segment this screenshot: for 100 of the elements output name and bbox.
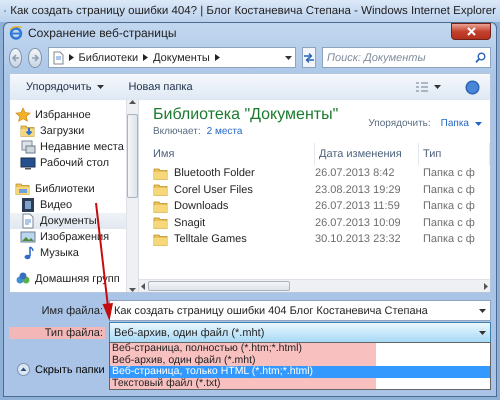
file-name: Telltale Games xyxy=(174,233,247,246)
file-name-field[interactable]: Как создать страницу ошибки 404 Блог Костаневича Степана xyxy=(109,300,491,321)
breadcrumb[interactable]: Библиотеки xyxy=(78,52,138,64)
hide-folders-button[interactable]: Скрыть папки xyxy=(17,363,105,376)
file-name-cell[interactable]: Bluetooth Folder xyxy=(139,165,315,182)
type-cell-text: Папка с ф xyxy=(422,199,476,214)
folder-icon xyxy=(153,232,168,247)
right-triangle-icon xyxy=(484,282,488,290)
caret-icon xyxy=(475,122,482,126)
right-triangle-icon xyxy=(68,54,74,61)
date-cell-text: 26.07.2013 11:59 xyxy=(315,199,401,214)
sidebar-item[interactable]: Документы xyxy=(10,213,126,229)
back-button[interactable] xyxy=(9,48,22,68)
column-header[interactable]: Имя xyxy=(139,143,315,165)
date-cell-text: 23.08.2013 19:29 xyxy=(315,182,402,198)
sidebar-item-label: Загрузки xyxy=(40,125,84,137)
right-arrow-icon xyxy=(30,52,40,62)
search-field[interactable]: Поиск: Документы xyxy=(322,47,491,68)
sidebar-item-label: Документы xyxy=(40,215,97,227)
right-triangle-icon xyxy=(143,54,148,61)
folder-icon xyxy=(153,215,168,230)
file-type-dropdown[interactable]: Веб-архив, один файл (*.mht) xyxy=(109,322,491,343)
list-view-icon xyxy=(416,82,428,92)
folder-icon xyxy=(153,166,168,181)
star-icon xyxy=(15,107,31,123)
view-options-button[interactable] xyxy=(414,80,443,94)
file-name: Corel User Files xyxy=(174,184,253,196)
folder-icon xyxy=(153,198,168,214)
file-name: Bluetooth Folder xyxy=(174,167,255,180)
vertical-scrollbar[interactable] xyxy=(126,100,138,292)
file-type-label: Тип файла: xyxy=(9,326,105,338)
film-icon xyxy=(20,197,36,213)
up-chevron-circle-icon xyxy=(17,363,30,376)
sidebar-item[interactable]: Избранное xyxy=(10,107,126,123)
refresh-button[interactable] xyxy=(302,47,316,68)
sidebar-item-label: Музыка xyxy=(40,247,79,259)
caret-icon xyxy=(434,85,441,89)
folder-with-arrow-icon xyxy=(20,123,36,139)
type-cell-text: Папка с ф xyxy=(422,216,476,231)
library-folder-icon xyxy=(15,181,31,197)
search-icon xyxy=(475,52,486,63)
right-triangle-icon xyxy=(214,54,220,61)
library-title: Библиотека "Документы" xyxy=(153,106,340,124)
sidebar-item[interactable]: Видео xyxy=(10,197,126,213)
left-triangle-icon xyxy=(141,282,145,290)
column-header[interactable]: Тип xyxy=(419,143,490,165)
file-name-label: Имя файла: xyxy=(40,304,104,316)
file-name-cell[interactable]: Downloads xyxy=(139,198,315,214)
forward-button[interactable] xyxy=(28,48,42,68)
breadcrumb[interactable]: Документы xyxy=(153,52,210,64)
file-name-cell[interactable]: Corel User Files xyxy=(139,182,315,198)
close-button[interactable] xyxy=(451,23,491,40)
browser-logo-icon xyxy=(9,26,23,40)
sidebar-item[interactable]: Музыка xyxy=(10,245,126,261)
sidebar-item[interactable]: Библиотеки xyxy=(10,181,126,197)
document-icon xyxy=(20,213,36,229)
dropdown-triangle-icon xyxy=(284,56,292,60)
sidebar-item[interactable]: Загрузки xyxy=(10,123,126,139)
sidebar-item-label: Недавние места xyxy=(40,141,124,153)
file-name-cell[interactable]: Telltale Games xyxy=(139,231,315,248)
date-cell-text: 30.10.2013 23:32 xyxy=(315,232,402,248)
caret-icon xyxy=(97,85,104,89)
type-cell-text: Папка с ф xyxy=(422,182,476,198)
address-bar[interactable]: Библиотеки Документы xyxy=(48,47,296,68)
locations-link[interactable]: 2 места xyxy=(206,126,242,137)
recent-places-icon xyxy=(20,139,36,155)
up-triangle-icon xyxy=(129,100,136,104)
left-arrow-icon xyxy=(10,52,21,62)
file-name: Snagit xyxy=(174,216,206,229)
date-cell-text: 26.07.2013 10:09 xyxy=(315,216,402,231)
document-icon xyxy=(52,50,64,64)
down-triangle-icon xyxy=(129,288,136,292)
sidebar-item[interactable]: Недавние места xyxy=(10,139,126,155)
browser-window-title: Как создать страницу ошибки 404? | Блог Костаневича Степана - Windows Internet Explorer xyxy=(10,5,496,17)
dropdown-triangle-icon xyxy=(479,330,486,334)
date-cell-text: 26.07.2013 8:42 xyxy=(315,166,396,182)
picture-icon xyxy=(20,229,36,245)
sidebar-item-label: Библиотеки xyxy=(35,183,95,195)
dialog-title: Сохранение веб-страницы xyxy=(28,26,178,40)
refresh-arrows-icon xyxy=(302,52,315,64)
close-icon xyxy=(466,27,476,36)
arrange-dropdown[interactable]: Папка xyxy=(440,118,482,129)
sidebar-item-label: Видео xyxy=(40,199,72,211)
type-cell-text: Папка с ф xyxy=(422,232,476,248)
column-header[interactable]: Дата изменения xyxy=(315,143,419,165)
sidebar-item[interactable]: Рабочий стол xyxy=(10,155,126,171)
sidebar-item-label: Рабочий стол xyxy=(40,157,110,169)
help-button[interactable] xyxy=(463,78,482,96)
new-folder-button[interactable]: Новая папка xyxy=(126,79,195,95)
arrange-label: Упорядочить: xyxy=(368,118,431,129)
desktop-icon xyxy=(20,155,36,171)
includes-label: Включает: xyxy=(153,126,201,137)
folder-icon xyxy=(153,182,168,198)
file-name-cell[interactable]: Snagit xyxy=(139,214,315,231)
file-name: Downloads xyxy=(174,200,228,212)
dropdown-triangle-icon xyxy=(479,308,486,312)
sidebar-item-label: Избранное xyxy=(35,109,91,121)
type-cell-text: Папка с ф xyxy=(422,166,476,182)
horizontal-scrollbar[interactable] xyxy=(139,279,490,292)
organize-button[interactable]: Упорядочить xyxy=(24,79,106,95)
